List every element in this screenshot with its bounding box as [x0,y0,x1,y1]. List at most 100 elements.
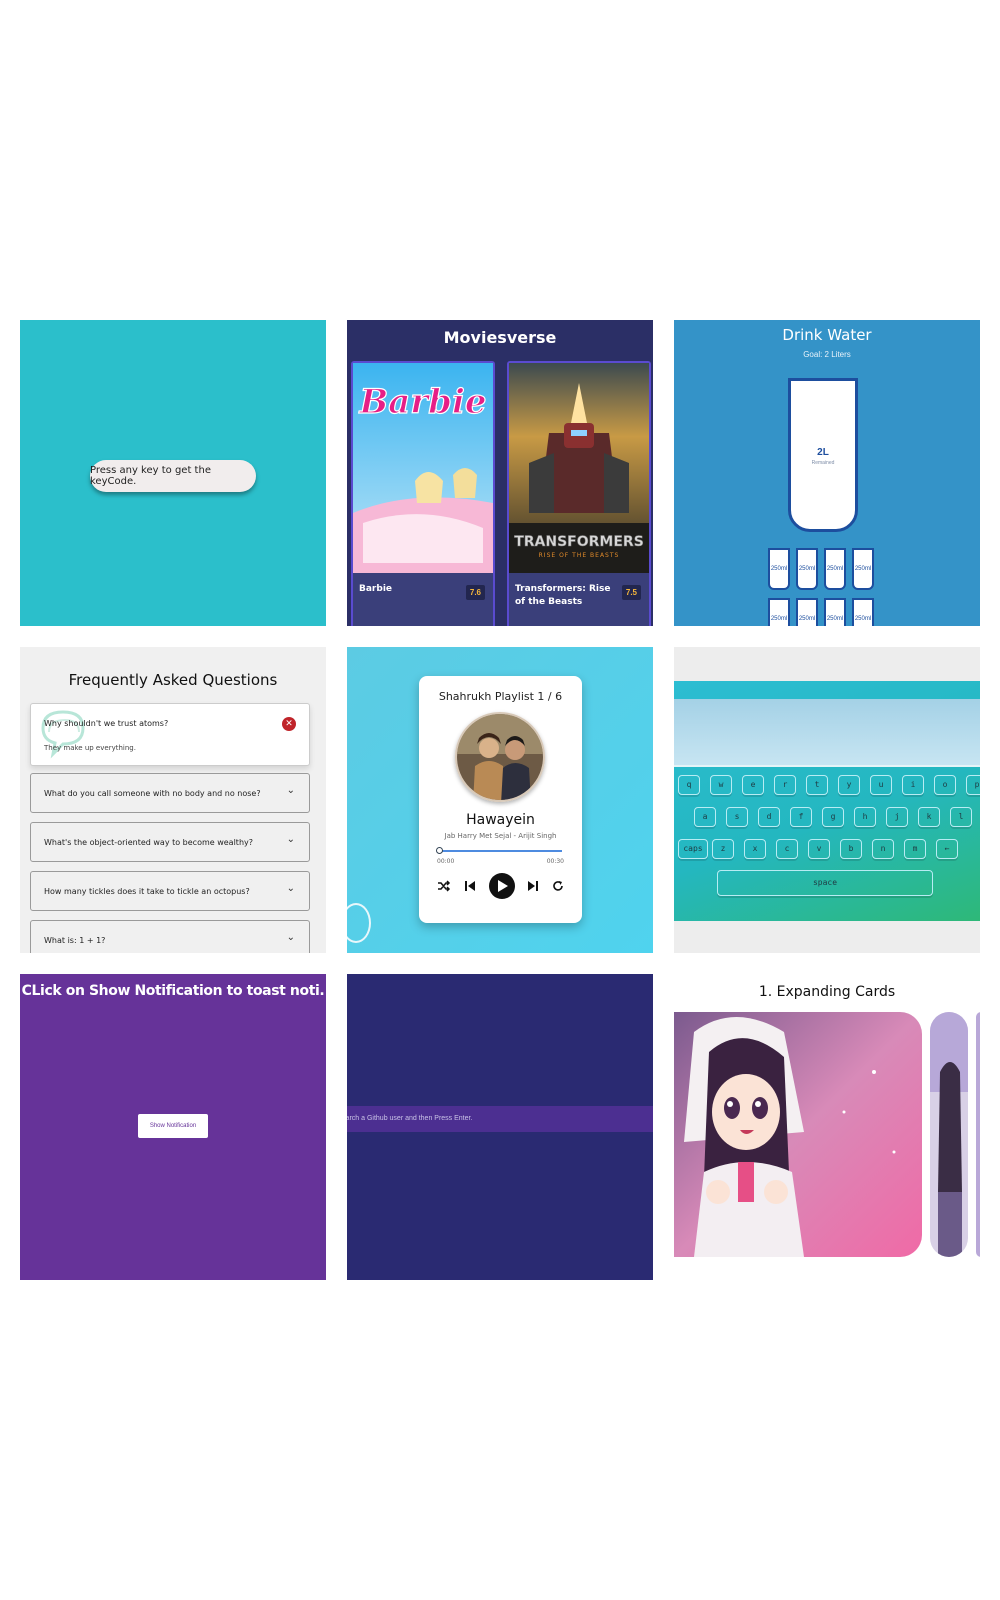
key-u[interactable]: u [870,775,892,795]
progress-knob[interactable] [436,847,443,854]
barbie-logo: Barbie [358,382,486,422]
faq-tile: Frequently Asked Questions Why shouldn't… [20,647,326,953]
shuffle-icon[interactable] [437,880,451,892]
remaining-label: Remained [811,460,835,466]
key-l[interactable]: l [950,807,972,827]
play-icon[interactable] [488,873,515,899]
movie-rating: 7.5 [621,585,641,600]
keycode-prompt: Press any key to get the keyCode. [90,460,256,492]
expanding-cards-tile: 1. Expanding Cards [674,974,980,1280]
key-w[interactable]: w [710,775,732,795]
key-o[interactable]: o [934,775,956,795]
current-time: 00:00 [437,858,455,865]
small-cup[interactable]: 250ml [796,548,818,590]
small-cup[interactable]: 250ml [824,598,846,626]
faq-question: How many tickles does it take to tickle … [44,887,250,896]
faq-item[interactable]: What do you call someone with no body an… [30,773,310,813]
toast-title: CLick on Show Notification to toast noti… [21,983,325,999]
transformers-tagline: RISE OF THE BEASTS [539,552,620,559]
chevron-down-icon[interactable]: ⌄ [287,932,295,943]
expanding-cards-title: 1. Expanding Cards [758,984,896,1000]
repeat-icon[interactable] [552,880,564,892]
chevron-down-icon[interactable]: ⌄ [287,785,295,796]
key-x[interactable]: x [744,839,766,859]
small-cup[interactable]: 250ml [824,548,846,590]
faq-question: What do you call someone with no body an… [44,789,261,798]
duration: 00:30 [546,858,564,865]
key-c[interactable]: c [776,839,798,859]
key-q[interactable]: q [678,775,700,795]
movie-card-transformers[interactable]: TRANSFORMERS RISE OF THE BEASTS Transfor… [507,361,651,626]
music-card: Shahrukh Playlist 1 / 6 Hawayein Jab Har… [419,676,582,923]
keyboard-display [674,699,980,767]
key-n[interactable]: n [872,839,894,859]
song-title: Hawayein [466,812,535,828]
keycode-tile: Press any key to get the keyCode. [20,320,326,626]
key-j[interactable]: j [886,807,908,827]
key-b[interactable]: b [840,839,862,859]
key-m[interactable]: m [904,839,926,859]
key-h[interactable]: h [854,807,876,827]
key-space[interactable]: space [717,870,933,896]
next-icon[interactable] [528,880,539,892]
remaining-value: 2L [817,447,829,458]
keyboard-tile: q w e r t y u i o p a s d f g h j k l caps z x c v b n m ← space [674,647,980,953]
speech-bubble-icon [41,710,85,759]
small-cup[interactable]: 250ml [768,548,790,590]
key-i[interactable]: i [902,775,924,795]
chevron-down-icon[interactable]: ⌄ [287,834,295,845]
player-controls [437,873,564,899]
moviesverse-tile: Moviesverse Barbie Barbie 7.6 TRANSFORME… [347,320,653,626]
progress-bar[interactable] [438,850,562,852]
key-backspace[interactable]: ← [936,839,958,859]
show-notification-button[interactable]: Show Notification [138,1114,208,1138]
faq-item[interactable]: What's the object-oriented way to become… [30,822,310,862]
movie-card-barbie[interactable]: Barbie Barbie 7.6 [351,361,495,626]
key-e[interactable]: e [742,775,764,795]
small-cup[interactable]: 250ml [796,598,818,626]
faq-item[interactable]: How many tickles does it take to tickle … [30,871,310,911]
close-icon[interactable]: ✕ [282,717,296,731]
album-art [455,712,545,802]
music-player-tile: Shahrukh Playlist 1 / 6 Hawayein Jab Har… [347,647,653,953]
faq-item[interactable]: What is: 1 + 1? ⌄ [30,920,310,953]
toast-tile: CLick on Show Notification to toast noti… [20,974,326,1280]
expanding-card[interactable] [930,1012,968,1257]
faq-question: What's the object-oriented way to become… [44,838,253,847]
movie-poster: TRANSFORMERS RISE OF THE BEASTS [509,363,649,573]
faq-item-open[interactable]: Why shouldn't we trust atoms? They make … [30,703,310,766]
drink-water-tile: Drink Water Goal: 2 Liters 2L Remained 2… [674,320,980,626]
small-cup[interactable]: 250ml [852,548,874,590]
small-cup[interactable]: 250ml [768,598,790,626]
chevron-down-icon[interactable]: ⌄ [287,883,295,894]
key-p[interactable]: p [966,775,980,795]
key-y[interactable]: y [838,775,860,795]
github-tile: Search a Github user and then Press Ente… [347,974,653,1280]
small-cup[interactable]: 250ml [852,598,874,626]
transformers-logo: TRANSFORMERS [514,534,644,550]
expanding-card[interactable] [976,1012,980,1257]
key-caps[interactable]: caps [678,839,708,859]
big-cup: 2L Remained [788,378,858,532]
key-d[interactable]: d [758,807,780,827]
movie-title: Barbie [359,584,393,594]
github-search-input[interactable]: Search a Github user and then Press Ente… [347,1106,653,1132]
key-v[interactable]: v [808,839,830,859]
key-z[interactable]: z [712,839,734,859]
movie-poster: Barbie [353,363,493,573]
moviesverse-title: Moviesverse [443,328,557,347]
playlist-label: Shahrukh Playlist 1 / 6 [438,690,563,703]
faq-question: Why shouldn't we trust atoms? [44,719,169,728]
key-a[interactable]: a [694,807,716,827]
key-s[interactable]: s [726,807,748,827]
key-f[interactable]: f [790,807,812,827]
key-k[interactable]: k [918,807,940,827]
key-r[interactable]: r [774,775,796,795]
previous-icon[interactable] [464,880,475,892]
expanding-card-active[interactable] [674,1012,922,1257]
key-g[interactable]: g [822,807,844,827]
key-t[interactable]: t [806,775,828,795]
drink-water-title: Drink Water [782,326,872,344]
faq-answer: They make up everything. [44,744,136,752]
movie-title: Transformers: Rise of the Beasts [515,584,611,607]
